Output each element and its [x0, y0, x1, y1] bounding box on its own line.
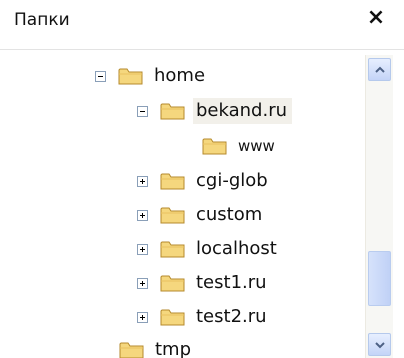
- folder-icon: [160, 275, 185, 292]
- scroll-up-arrow-icon: [375, 66, 385, 73]
- tree-node-label: cgi-glob: [196, 170, 268, 191]
- tree-node-label: custom: [196, 204, 263, 225]
- tree-node-cgi-glob[interactable]: cgi-glob: [137, 165, 273, 197]
- tree-node-localhost[interactable]: localhost: [137, 233, 282, 265]
- tree-node-tmp[interactable]: tmp: [119, 334, 196, 358]
- folder-icon: [160, 241, 185, 258]
- scroll-up-button[interactable]: [368, 58, 391, 81]
- tree-node-label: home: [154, 65, 206, 86]
- collapse-toggle[interactable]: [95, 70, 106, 82]
- vertical-scrollbar[interactable]: [365, 55, 393, 358]
- tree-node-label: test2.ru: [196, 306, 267, 327]
- expand-toggle[interactable]: [137, 243, 148, 255]
- close-button[interactable]: ×: [362, 4, 390, 32]
- folder-icon: [160, 103, 185, 120]
- tree-node-test2-ru[interactable]: test2.ru: [137, 301, 272, 333]
- tree-node-label: www: [238, 136, 275, 155]
- expand-toggle[interactable]: [137, 277, 148, 289]
- scroll-down-button[interactable]: [368, 333, 391, 356]
- tree-node-test1-ru[interactable]: test1.ru: [137, 267, 272, 299]
- tree-node-www[interactable]: www: [202, 130, 280, 162]
- expand-toggle[interactable]: [137, 175, 148, 187]
- tree-node-bekand-ru[interactable]: bekand.ru: [137, 95, 293, 127]
- tree-node-custom[interactable]: custom: [137, 199, 267, 231]
- panel-header: Папки ×: [0, 0, 404, 50]
- scroll-down-arrow-icon: [375, 342, 385, 349]
- expand-toggle[interactable]: [137, 311, 148, 323]
- folder-icon: [118, 68, 143, 85]
- folder-icon: [160, 309, 185, 326]
- folder-icon: [119, 342, 144, 358]
- tree-node-label: localhost: [196, 238, 277, 259]
- collapse-toggle[interactable]: [137, 105, 148, 117]
- panel-title: Папки: [14, 10, 70, 30]
- expand-toggle[interactable]: [137, 209, 148, 221]
- tree-node-label: test1.ru: [196, 272, 267, 293]
- folder-tree: home bekand.ru www cgi-glob custom local…: [0, 50, 365, 358]
- tree-node-home[interactable]: home: [95, 60, 210, 92]
- folder-icon: [202, 138, 227, 155]
- folder-icon: [160, 207, 185, 224]
- tree-node-label: bekand.ru: [193, 98, 293, 124]
- folder-icon: [160, 173, 185, 190]
- scroll-thumb[interactable]: [368, 251, 391, 306]
- tree-node-label: tmp: [155, 339, 192, 358]
